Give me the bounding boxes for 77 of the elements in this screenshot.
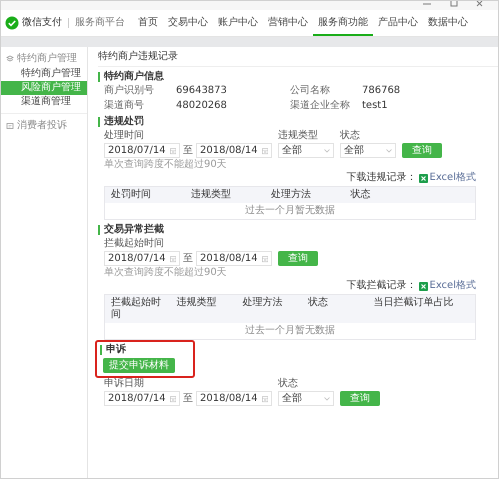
nav-tab[interactable]: 数据中心 <box>423 10 473 36</box>
sidebar-item[interactable]: 渠道商管理 <box>1 95 87 109</box>
spreadsheet-icon <box>418 174 428 182</box>
filter-label: 处理时间 <box>104 130 145 142</box>
section-title: 特约商户信息 <box>98 72 476 82</box>
excel-link[interactable]: Excel格式 <box>430 280 476 292</box>
minimize-icon[interactable] <box>422 1 432 7</box>
field-value: 48020268 <box>176 100 227 112</box>
filter-label: 申诉日期 <box>104 378 145 390</box>
brand-name: 微信支付 <box>22 17 62 29</box>
sidebar-item[interactable]: 特约商户管理 <box>1 67 87 81</box>
range-separator: 至 <box>183 144 193 156</box>
column-header: 处理方法 <box>270 189 312 201</box>
calendar-icon <box>262 394 268 402</box>
date-field[interactable]: 2018/07/14 <box>104 391 180 406</box>
dropdown[interactable]: 全部 <box>278 143 334 158</box>
section-title: 违规处罚 <box>98 117 476 127</box>
caret-icon <box>386 148 392 152</box>
field-value: 69643873 <box>176 85 227 97</box>
calendar-icon <box>170 146 176 154</box>
download-label: 下载拦截记录： <box>346 280 416 292</box>
column-header: 违规类型 <box>190 189 232 201</box>
nav-tab[interactable]: 首页 <box>133 10 163 36</box>
sidebar-group-label[interactable]: 消费者投诉 <box>17 120 67 132</box>
excel-link[interactable]: Excel格式 <box>430 172 476 184</box>
nav-tab[interactable]: 账户中心 <box>213 10 263 36</box>
calendar-icon <box>262 146 268 154</box>
maximize-icon[interactable] <box>450 1 458 7</box>
filter-label: 违规类型 <box>278 130 319 142</box>
close-icon[interactable] <box>476 1 484 7</box>
nav-tab[interactable]: 交易中心 <box>163 10 213 36</box>
column-header: 处罚时间 <box>111 189 152 201</box>
column-header: 当日拦截订单占比 <box>374 297 455 310</box>
nav-tab[interactable]: 产品中心 <box>373 10 423 36</box>
date-field[interactable]: 2018/08/14 <box>196 143 272 158</box>
filter-label: 状态 <box>278 378 299 390</box>
column-header: 处理方法 <box>242 297 284 310</box>
date-field[interactable]: 2018/08/14 <box>196 391 272 406</box>
field-label: 渠道商号 <box>104 100 145 112</box>
dropdown[interactable]: 全部 <box>278 391 334 406</box>
range-separator: 至 <box>183 252 193 264</box>
sidebar-group-label[interactable]: 特约商户管理 <box>17 53 77 65</box>
message-icon <box>6 122 14 130</box>
spreadsheet-icon <box>418 282 428 290</box>
calendar-icon <box>170 394 176 402</box>
empty-message: 过去一个月暂无数据 <box>244 204 336 218</box>
column-header: 拦截起始时间 <box>111 297 162 321</box>
nav-tab[interactable]: 营销中心 <box>263 10 313 36</box>
date-field[interactable]: 2018/07/14 <box>104 251 180 266</box>
date-field[interactable]: 2018/07/14 <box>104 143 180 158</box>
column-header: 状态 <box>350 189 372 201</box>
dropdown[interactable]: 全部 <box>340 143 396 158</box>
calendar-icon <box>170 254 176 262</box>
empty-message: 过去一个月暂无数据 <box>244 324 336 338</box>
page-title: 特约商户违规记录 <box>98 47 498 67</box>
download-label: 下载违规记录： <box>346 172 416 184</box>
logo-icon <box>5 16 19 30</box>
stack-icon <box>6 55 14 63</box>
caret-icon <box>324 396 330 400</box>
filter-label: 拦截起始时间 <box>104 238 165 250</box>
platform-name: 服务商平台 <box>75 17 125 29</box>
field-value: test1 <box>362 100 388 112</box>
calendar-icon <box>262 254 268 262</box>
field-label: 公司名称 <box>290 85 331 97</box>
filter-label: 状态 <box>340 130 361 142</box>
range-separator: 至 <box>183 392 193 404</box>
field-value: 786768 <box>362 85 400 97</box>
hint-text: 单次查询跨度不能超过90天 <box>103 267 228 279</box>
column-header: 违规类型 <box>176 297 218 310</box>
section-title: 交易异常拦截 <box>98 225 476 235</box>
column-header: 状态 <box>308 297 329 310</box>
field-label: 渠道企业全称 <box>290 100 351 112</box>
field-label: 商户识别号 <box>104 85 155 97</box>
date-field[interactable]: 2018/08/14 <box>196 251 272 266</box>
hint-text: 单次查询跨度不能超过90天 <box>103 159 228 171</box>
section-title: 申诉 <box>100 345 189 355</box>
caret-icon <box>324 148 330 152</box>
